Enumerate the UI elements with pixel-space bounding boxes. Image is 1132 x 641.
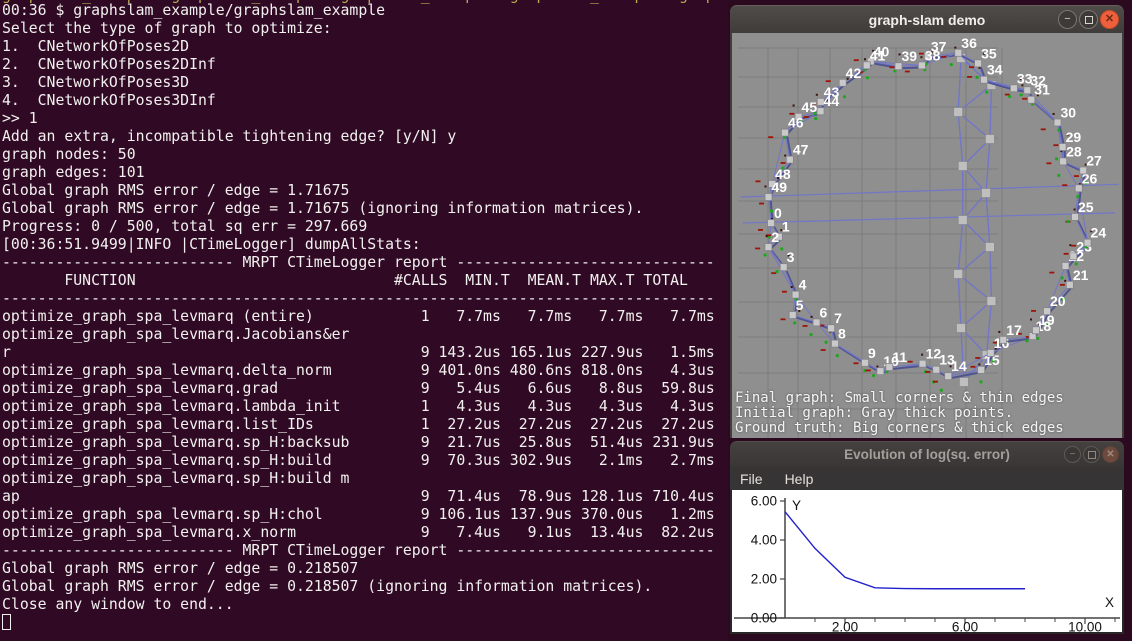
error-plot-window[interactable]: Evolution of log(sq. error) − ✕ File Hel… — [730, 441, 1124, 634]
svg-text:42: 42 — [846, 65, 862, 81]
graphslam-window-title: graph-slam demo — [869, 12, 986, 28]
svg-text:29: 29 — [1066, 129, 1082, 145]
svg-text:36: 36 — [961, 35, 977, 51]
svg-text:7: 7 — [834, 310, 842, 326]
svg-text:Y: Y — [792, 498, 801, 513]
svg-text:1: 1 — [782, 219, 790, 235]
svg-text:38: 38 — [925, 47, 941, 63]
svg-text:41: 41 — [870, 47, 886, 63]
svg-text:2.00: 2.00 — [751, 572, 777, 587]
terminal-output: 00:36 $ graphslam_example/graphslam_exam… — [2, 2, 715, 614]
close-button[interactable]: ✕ — [1100, 10, 1119, 29]
svg-text:2.00: 2.00 — [832, 620, 858, 633]
svg-text:24: 24 — [1091, 225, 1107, 241]
svg-text:6.00: 6.00 — [751, 494, 777, 509]
maximize-button[interactable] — [1083, 446, 1100, 463]
svg-text:46: 46 — [788, 115, 804, 131]
svg-text:47: 47 — [793, 142, 809, 158]
graphslam-titlebar[interactable]: graph-slam demo − ✕ — [730, 5, 1124, 33]
maximize-button[interactable] — [1079, 10, 1098, 29]
svg-text:0.00: 0.00 — [751, 611, 777, 626]
svg-text:2: 2 — [771, 229, 779, 245]
terminal-window[interactable]: graphslam_example graphslam_example grap… — [0, 0, 728, 641]
svg-text:35: 35 — [981, 45, 997, 61]
error-plot-render: 2.00 6.00 10.00 0.00 2.00 4.00 6.00 Y X — [732, 490, 1122, 632]
graph-3d-viewport[interactable]: 0123456789101112131415161718192021222324… — [732, 33, 1122, 438]
svg-text:32: 32 — [1030, 72, 1046, 88]
svg-text:X: X — [1105, 595, 1114, 610]
svg-text:9: 9 — [868, 345, 876, 361]
svg-text:6.00: 6.00 — [952, 620, 978, 633]
svg-text:30: 30 — [1061, 104, 1077, 120]
svg-text:4: 4 — [799, 277, 807, 293]
svg-text:3: 3 — [787, 249, 795, 265]
close-button[interactable]: ✕ — [1102, 446, 1119, 463]
maximize-icon — [1085, 16, 1093, 24]
menubar: File Help — [730, 467, 1124, 490]
svg-text:14: 14 — [951, 358, 967, 374]
svg-text:4.00: 4.00 — [751, 533, 777, 548]
svg-text:11: 11 — [892, 349, 907, 365]
svg-text:0: 0 — [774, 205, 782, 221]
error-plot-titlebar[interactable]: Evolution of log(sq. error) − ✕ — [730, 441, 1124, 467]
error-plot-window-title: Evolution of log(sq. error) — [844, 447, 1010, 462]
svg-text:33: 33 — [1017, 70, 1033, 86]
menu-file[interactable]: File — [740, 471, 763, 487]
svg-text:6: 6 — [820, 304, 828, 320]
svg-text:5: 5 — [796, 297, 804, 313]
svg-text:34: 34 — [987, 62, 1003, 78]
error-plot-canvas[interactable]: 2.00 6.00 10.00 0.00 2.00 4.00 6.00 Y X — [732, 490, 1122, 632]
svg-text:21: 21 — [1073, 267, 1089, 283]
menu-help[interactable]: Help — [785, 471, 814, 487]
svg-text:27: 27 — [1086, 152, 1102, 168]
minimize-button[interactable]: − — [1064, 446, 1081, 463]
svg-text:10.00: 10.00 — [1068, 620, 1102, 633]
svg-text:44: 44 — [824, 93, 840, 109]
svg-text:28: 28 — [1066, 143, 1082, 159]
svg-text:8: 8 — [838, 326, 846, 342]
svg-text:39: 39 — [901, 48, 917, 64]
svg-text:25: 25 — [1078, 199, 1094, 215]
svg-text:17: 17 — [1006, 322, 1022, 338]
svg-text:49: 49 — [771, 179, 787, 195]
svg-text:45: 45 — [802, 99, 818, 115]
svg-text:20: 20 — [1050, 293, 1066, 309]
graph-render: 0123456789101112131415161718192021222324… — [732, 33, 1122, 438]
graph-legend-text: Final graph: Small corners & thin edges … — [735, 391, 1064, 436]
minimize-button[interactable]: − — [1058, 10, 1077, 29]
terminal-cursor — [2, 614, 11, 630]
graphslam-demo-window[interactable]: graph-slam demo − ✕ 01234567891011121314… — [730, 5, 1124, 438]
maximize-icon — [1088, 451, 1096, 459]
